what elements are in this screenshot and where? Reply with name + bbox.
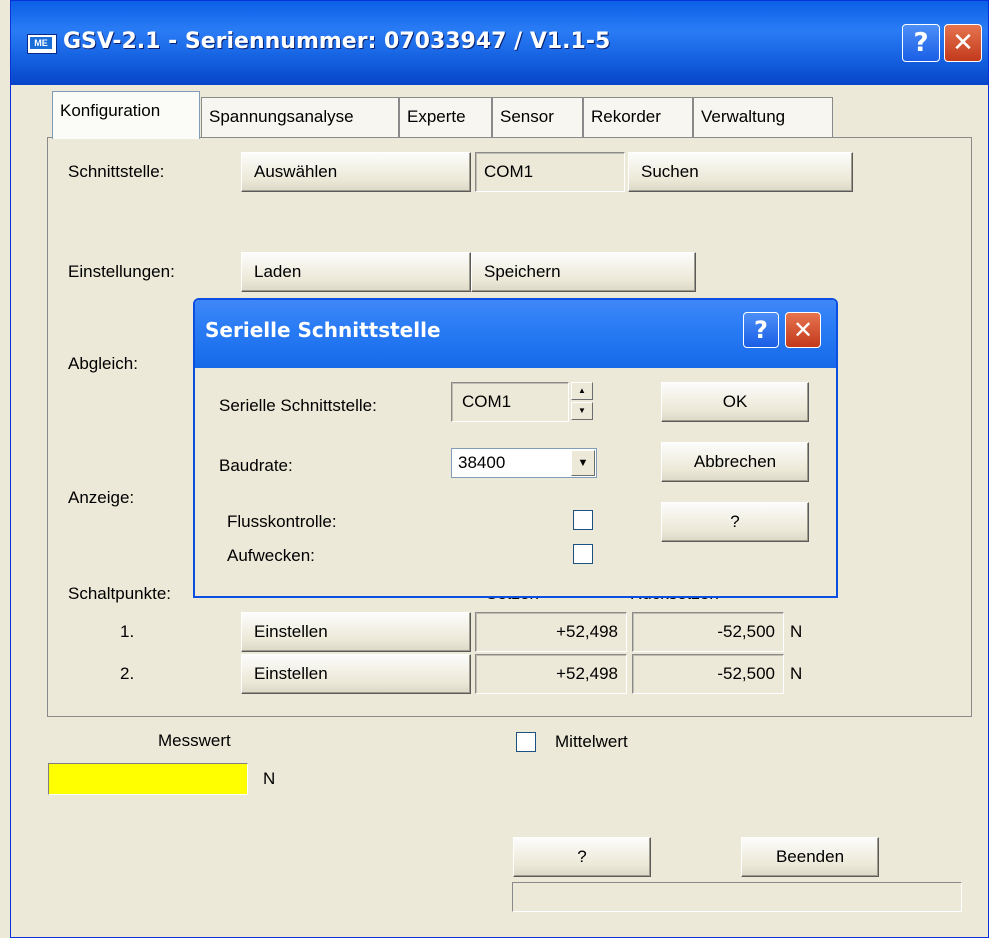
aufwecken-label: Aufwecken: bbox=[227, 546, 315, 565]
window-title: GSV-2.1 - Seriennummer: 07033947 / V1.1-… bbox=[63, 29, 611, 54]
messwert-display bbox=[48, 763, 248, 795]
abgleich-label: Abgleich: bbox=[68, 354, 138, 373]
schaltpunkt-1-ein-value: +52,498 bbox=[475, 612, 627, 652]
tab-rekorder[interactable]: Rekorder bbox=[583, 97, 693, 137]
help-title-button[interactable]: ? bbox=[902, 24, 940, 62]
status-field bbox=[512, 882, 962, 912]
abbrechen-button[interactable]: Abbrechen bbox=[661, 442, 809, 482]
spin-up-icon[interactable]: ▲ bbox=[571, 382, 593, 400]
app-icon: ME bbox=[27, 34, 57, 54]
mittelwert-label: Mittelwert bbox=[555, 732, 628, 751]
serial-port-dialog: Serielle Schnittstelle ? ✕ Serielle Schn… bbox=[193, 298, 838, 598]
ok-button[interactable]: OK bbox=[661, 382, 809, 422]
row-number: 2. bbox=[120, 664, 135, 683]
schaltpunkte-label: Schaltpunkte: bbox=[68, 584, 172, 603]
dialog-close-button[interactable]: ✕ bbox=[785, 312, 821, 348]
speichern-button[interactable]: Speichern bbox=[471, 252, 696, 292]
schaltpunkt-2-aus-value: -52,500 bbox=[632, 654, 784, 694]
beenden-button[interactable]: Beenden bbox=[741, 837, 879, 877]
einstellen-button-2[interactable]: Einstellen bbox=[241, 654, 471, 694]
baud-value: 38400 bbox=[458, 453, 506, 472]
suchen-button[interactable]: Suchen bbox=[628, 152, 853, 192]
tab-sensor[interactable]: Sensor bbox=[492, 97, 583, 137]
baud-label: Baudrate: bbox=[219, 456, 293, 475]
schaltpunkt-1-aus-value: -52,500 bbox=[632, 612, 784, 652]
help-button[interactable]: ? bbox=[513, 837, 651, 877]
flusskontrolle-label: Flusskontrolle: bbox=[227, 512, 337, 531]
title-bar[interactable]: ME GSV-2.1 - Seriennummer: 07033947 / V1… bbox=[11, 1, 988, 85]
port-value-field: COM1 bbox=[451, 382, 569, 422]
flusskontrolle-checkbox[interactable] bbox=[573, 510, 593, 530]
spin-down-icon[interactable]: ▼ bbox=[571, 402, 593, 420]
einstellen-button-1[interactable]: Einstellen bbox=[241, 612, 471, 652]
auswaehlen-button[interactable]: Auswählen bbox=[241, 152, 471, 192]
laden-button[interactable]: Laden bbox=[241, 252, 471, 292]
com-port-field: COM1 bbox=[475, 152, 625, 192]
baud-select[interactable]: 38400 ▼ bbox=[451, 448, 597, 478]
anzeige-label: Anzeige: bbox=[68, 488, 135, 507]
row-number: 1. bbox=[120, 622, 135, 641]
tab-experte[interactable]: Experte bbox=[399, 97, 492, 137]
dialog-help-button[interactable]: ? bbox=[661, 502, 809, 542]
dialog-title: Serielle Schnittstelle bbox=[205, 318, 441, 342]
close-window-button[interactable]: ✕ bbox=[944, 24, 982, 62]
unit-label: N bbox=[790, 664, 803, 683]
tab-spannungsanalyse[interactable]: Spannungsanalyse bbox=[201, 97, 399, 137]
dialog-help-icon-button[interactable]: ? bbox=[743, 312, 779, 348]
dialog-title-bar[interactable]: Serielle Schnittstelle ? ✕ bbox=[195, 300, 836, 368]
einstellungen-label: Einstellungen: bbox=[68, 262, 175, 281]
mittelwert-checkbox[interactable] bbox=[516, 732, 536, 752]
messwert-label: Messwert bbox=[158, 731, 231, 750]
port-label: Serielle Schnittstelle: bbox=[219, 396, 377, 415]
unit-label: N bbox=[790, 622, 803, 641]
dropdown-arrow-icon[interactable]: ▼ bbox=[571, 450, 595, 476]
tab-verwaltung[interactable]: Verwaltung bbox=[693, 97, 833, 137]
schnittstelle-label: Schnittstelle: bbox=[68, 162, 165, 181]
messwert-unit: N bbox=[263, 769, 276, 788]
schaltpunkt-2-ein-value: +52,498 bbox=[475, 654, 627, 694]
aufwecken-checkbox[interactable] bbox=[573, 544, 593, 564]
tab-konfiguration[interactable]: Konfiguration bbox=[52, 91, 200, 139]
